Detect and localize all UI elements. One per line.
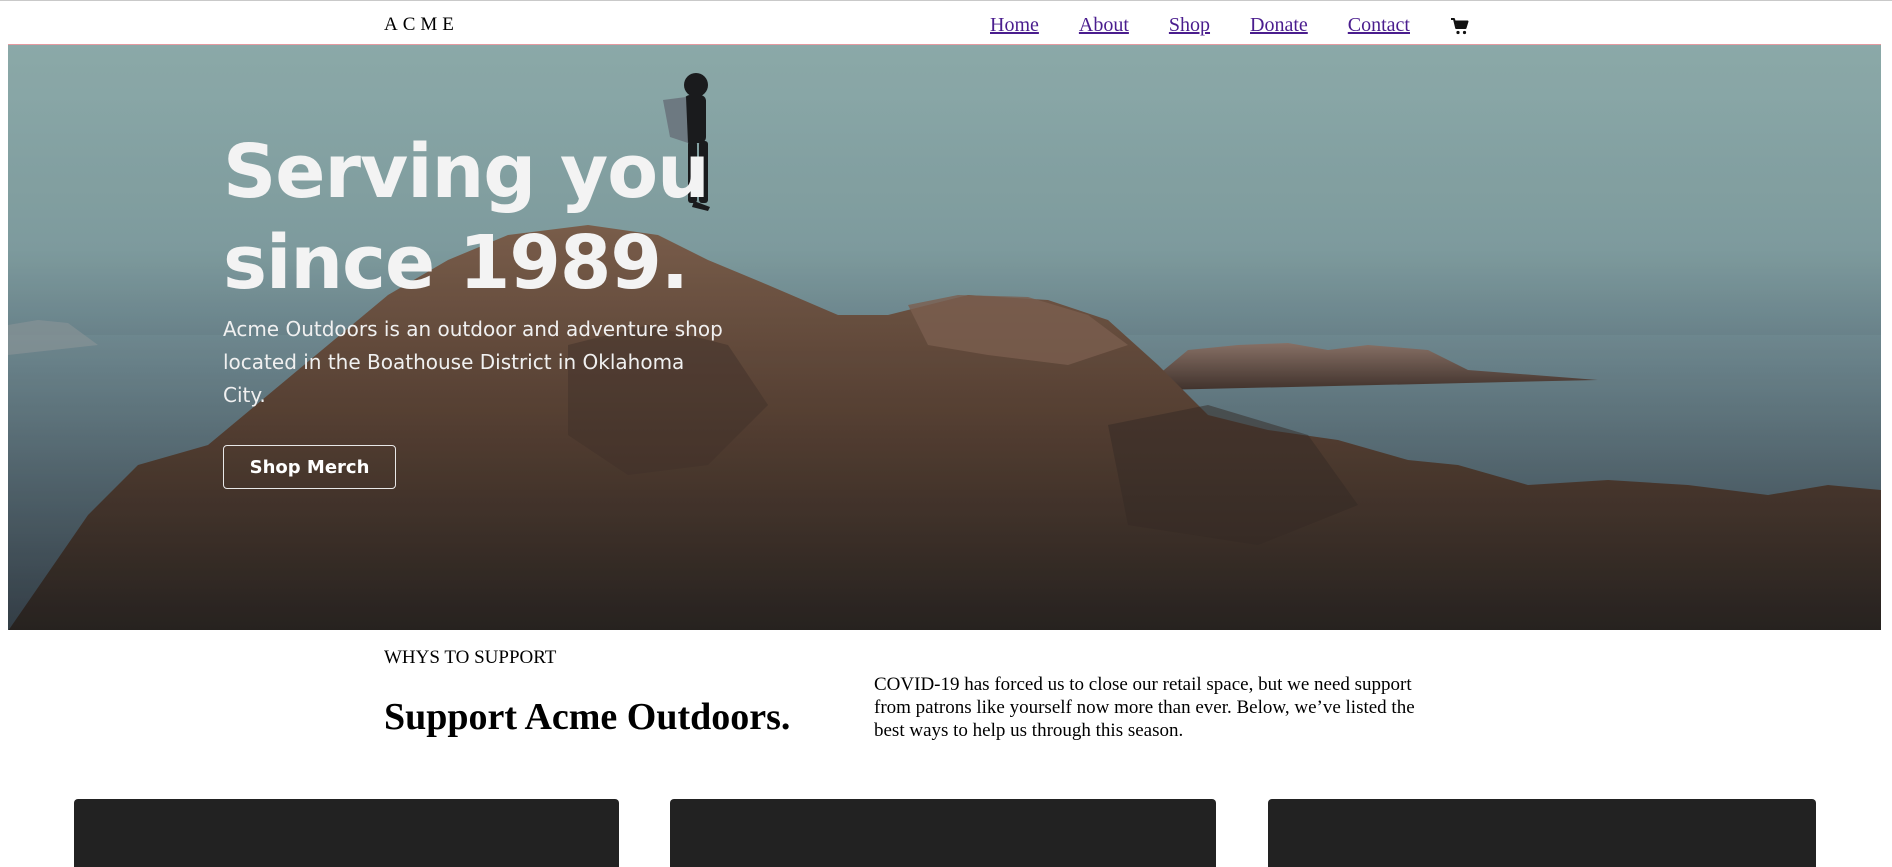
shop-merch-button[interactable]: Shop Merch <box>223 445 396 489</box>
brand-logo[interactable]: ACME <box>384 14 459 36</box>
nav-home-link[interactable]: Home <box>990 14 1039 37</box>
shopping-cart-icon[interactable] <box>1450 16 1470 36</box>
top-border <box>0 0 1892 1</box>
section-eyebrow: WHYS TO SUPPORT <box>384 647 557 668</box>
hero-description: Acme Outdoors is an outdoor and adventur… <box>223 317 723 407</box>
nav-shop-link[interactable]: Shop <box>1169 14 1210 37</box>
nav-contact-link[interactable]: Contact <box>1348 14 1410 37</box>
hero-title: Serving you since 1989. <box>223 129 710 306</box>
support-card <box>1268 799 1816 867</box>
nav-donate-link[interactable]: Donate <box>1250 14 1308 37</box>
support-card <box>670 799 1216 867</box>
nav-about-link[interactable]: About <box>1079 14 1129 37</box>
section-description: COVID-19 has forced us to close our reta… <box>874 674 1415 741</box>
section-title: Support Acme Outdoors. <box>384 696 791 738</box>
support-card <box>74 799 619 867</box>
hero-banner: Serving you since 1989. Acme Outdoors is… <box>8 44 1881 630</box>
main-nav: Home About Shop Donate Contact <box>990 14 1470 37</box>
